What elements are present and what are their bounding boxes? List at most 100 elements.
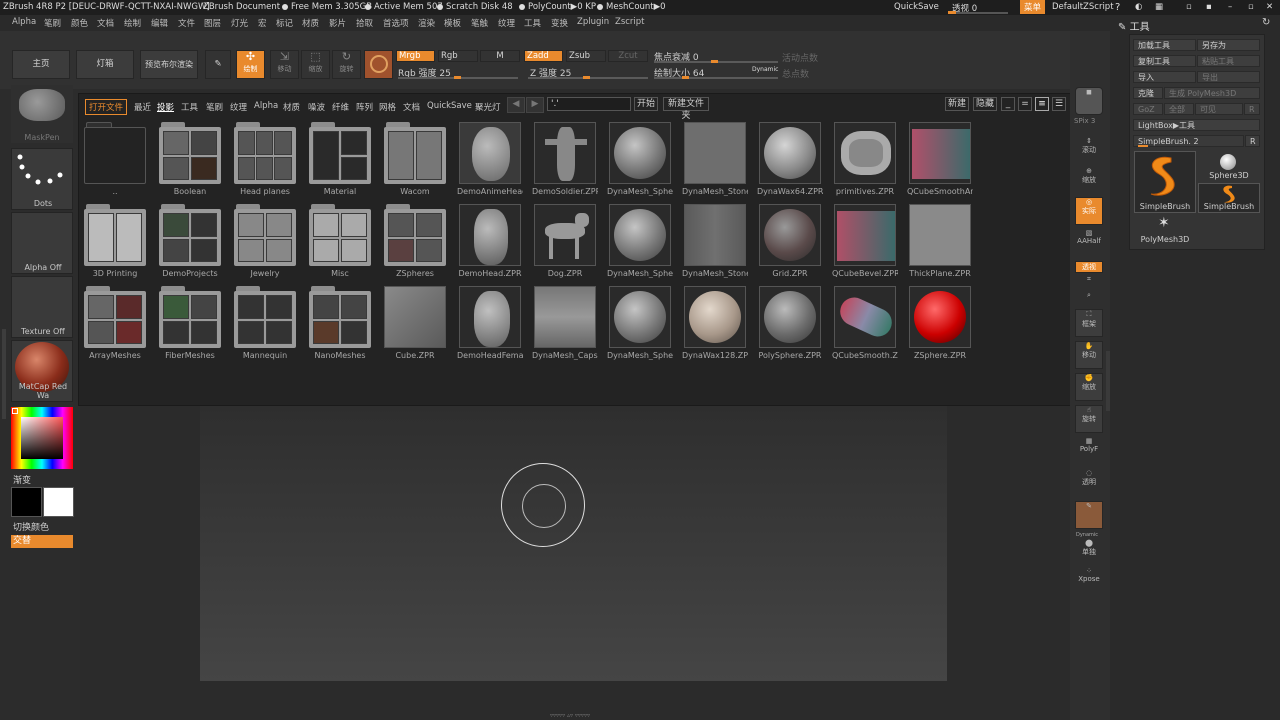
lightbox-item-zspheres[interactable]: ZSpheres: [382, 204, 448, 282]
lightbox-tool-button[interactable]: LightBox▶工具: [1133, 119, 1260, 131]
help-icon[interactable]: ?: [1115, 2, 1120, 13]
material-slot[interactable]: MatCap Red Wa: [11, 340, 73, 402]
load-tool-button[interactable]: 加载工具: [1133, 39, 1196, 51]
lightbox-item-parent[interactable]: ..: [82, 122, 148, 200]
menu-document[interactable]: 文档: [97, 17, 114, 29]
lightbox-item-dynamesh-sphere-3[interactable]: DynaMesh_Sphere: [607, 286, 673, 364]
lightbox-item-grid[interactable]: Grid.ZPR: [757, 204, 823, 282]
lightbox-item-demo-soldier[interactable]: DemoSoldier.ZPR: [532, 122, 598, 200]
material-sphere-button[interactable]: [364, 50, 393, 79]
path-input[interactable]: '.': [547, 97, 631, 111]
menu-marker[interactable]: 标记: [276, 17, 293, 29]
spix-slider[interactable]: SPix 3: [1074, 117, 1095, 125]
ghost-button[interactable]: ✎: [1075, 501, 1103, 529]
quicksave-button[interactable]: QuickSave: [894, 2, 939, 12]
lightbox-item-demo-projects[interactable]: DemoProjects: [157, 204, 223, 282]
menu-transform[interactable]: 变换: [551, 17, 568, 29]
move-view-button[interactable]: ✋ 移动: [1075, 341, 1103, 369]
refresh-icon[interactable]: ↻: [1262, 17, 1270, 28]
tab-alpha[interactable]: Alpha: [254, 101, 278, 111]
rotate-view-button[interactable]: ☝ 旋转: [1075, 405, 1103, 433]
transp-button[interactable]: ◌ 透明: [1075, 469, 1103, 497]
stroke-dots[interactable]: Dots: [11, 148, 73, 210]
menu-render[interactable]: 渲染: [418, 17, 435, 29]
tool-polymesh3d[interactable]: ✶ PolyMesh3D: [1134, 215, 1196, 245]
menu-color[interactable]: 颜色: [71, 17, 88, 29]
xpose-button[interactable]: ⁘ Xpose: [1075, 567, 1103, 595]
menu-preferences[interactable]: 首选项: [383, 17, 409, 29]
minimize-icon[interactable]: –: [1228, 2, 1232, 12]
lightbox-item-demo-head-female[interactable]: DemoHeadFemale: [457, 286, 523, 364]
menu-zplugin[interactable]: Zplugin: [577, 17, 609, 27]
lightbox-item-mannequin[interactable]: Mannequin: [232, 286, 298, 364]
rgb-intensity-track[interactable]: [398, 76, 518, 79]
lightbox-item-jewelry[interactable]: Jewelry: [232, 204, 298, 282]
visible-button[interactable]: 可见: [1195, 103, 1243, 115]
move-button[interactable]: ⇲ 移动: [270, 50, 299, 79]
zcut-button[interactable]: Zcut: [608, 50, 648, 62]
lightbox-item-primitives[interactable]: primitives.ZPR: [832, 122, 898, 200]
lightbox-item-qcube-smooth[interactable]: QCubeSmooth.ZPR: [832, 286, 898, 364]
zsub-button[interactable]: Zsub: [566, 50, 606, 62]
medium-view-icon[interactable]: =: [1018, 97, 1032, 111]
lightbox-item-array-meshes[interactable]: ArrayMeshes: [82, 286, 148, 364]
maskpen-brush[interactable]: MaskPen: [11, 85, 73, 143]
floor-button[interactable]: ⌗: [1075, 275, 1103, 289]
menu-stroke[interactable]: 笔触: [471, 17, 488, 29]
bottom-tray-handle[interactable]: ▿▿▿▿▿ ▵▿ ▿▿▿▿▿: [530, 712, 610, 719]
edit-button[interactable]: ✎: [205, 50, 231, 79]
lightbox-item-fiber-meshes[interactable]: FiberMeshes: [157, 286, 223, 364]
r-tool-button[interactable]: R: [1245, 135, 1260, 147]
menu-edit[interactable]: 编辑: [151, 17, 168, 29]
zadd-button[interactable]: Zadd: [524, 50, 563, 62]
z-intensity-track[interactable]: [528, 76, 648, 79]
lightbox-item-wacom[interactable]: Wacom: [382, 122, 448, 200]
lightbox-item-3d-printing[interactable]: 3D Printing: [82, 204, 148, 282]
copy-tool-button[interactable]: 复制工具: [1133, 55, 1196, 67]
menu-stencil[interactable]: 模板: [444, 17, 461, 29]
prev-arrow-icon[interactable]: ◀: [507, 97, 525, 113]
tool-simplebrush-large[interactable]: SimpleBrush: [1134, 151, 1196, 213]
large-view-icon[interactable]: ≡: [1035, 97, 1049, 111]
lightbox-item-demo-head[interactable]: DemoHead.ZPR: [457, 204, 523, 282]
menu-movie[interactable]: 影片: [329, 17, 346, 29]
m-button[interactable]: M: [480, 50, 520, 62]
scale-button[interactable]: ⬚ 缩放: [301, 50, 330, 79]
lightbox-item-dog[interactable]: Dog.ZPR: [532, 204, 598, 282]
focal-shift-knob[interactable]: [711, 60, 718, 63]
clone-button[interactable]: 克隆: [1133, 87, 1163, 99]
lightbox-item-dynawax128[interactable]: DynaWax128.ZPR: [682, 286, 748, 364]
tab-brush[interactable]: 笔刷: [206, 101, 223, 113]
tab-recent[interactable]: 最近: [134, 101, 151, 113]
goz-button[interactable]: GoZ: [1133, 103, 1163, 115]
aahalf-button[interactable]: ▧ AAHalf: [1075, 229, 1103, 257]
menu-draw[interactable]: 绘制: [124, 17, 141, 29]
tab-open-file[interactable]: 打开文件: [85, 99, 128, 115]
next-arrow-icon[interactable]: ▶: [526, 97, 544, 113]
lightbox-item-dynamesh-sphere[interactable]: DynaMesh_Sphere: [607, 122, 673, 200]
tool-sphere3d[interactable]: Sphere3D: [1198, 151, 1260, 181]
menu-file[interactable]: 文件: [178, 17, 195, 29]
list-view-icon[interactable]: ☰: [1052, 97, 1066, 111]
menu-texture[interactable]: 纹理: [498, 17, 515, 29]
menu-button[interactable]: 菜单: [1020, 0, 1046, 14]
lightbox-item-dynawax64[interactable]: DynaWax64.ZPR: [757, 122, 823, 200]
start-button[interactable]: 开始: [634, 97, 658, 111]
texture-slot[interactable]: Texture Off: [11, 276, 73, 338]
new-folder-button[interactable]: 新建文件夹: [663, 97, 709, 121]
alternate-button[interactable]: 交替: [11, 535, 73, 548]
mrgb-button[interactable]: Mrgb: [396, 50, 435, 62]
layout-icon[interactable]: ▦: [1155, 2, 1163, 12]
scale-view-button[interactable]: ✊ 缩放: [1075, 373, 1103, 401]
rgb-intensity-knob[interactable]: [454, 76, 461, 79]
current-tool-slider[interactable]: SimpleBrush. 2: [1133, 135, 1244, 147]
lightbox-item-qcube-bevel[interactable]: QCubeBevel.ZPR: [832, 204, 898, 282]
lightbox-item-polysphere[interactable]: PolySphere.ZPR: [757, 286, 823, 364]
alpha-slot[interactable]: Alpha Off: [11, 212, 73, 274]
lightbox-item-demo-anime-head[interactable]: DemoAnimeHead.ZPR: [457, 122, 523, 200]
hide-button[interactable]: 隐藏: [973, 97, 997, 111]
new-button[interactable]: 新建: [945, 97, 969, 111]
frame-button[interactable]: ⛶ 框架: [1075, 309, 1103, 337]
dynamic-toggle[interactable]: Dynamic: [752, 66, 778, 73]
paste-tool-button[interactable]: 粘贴工具: [1197, 55, 1260, 67]
